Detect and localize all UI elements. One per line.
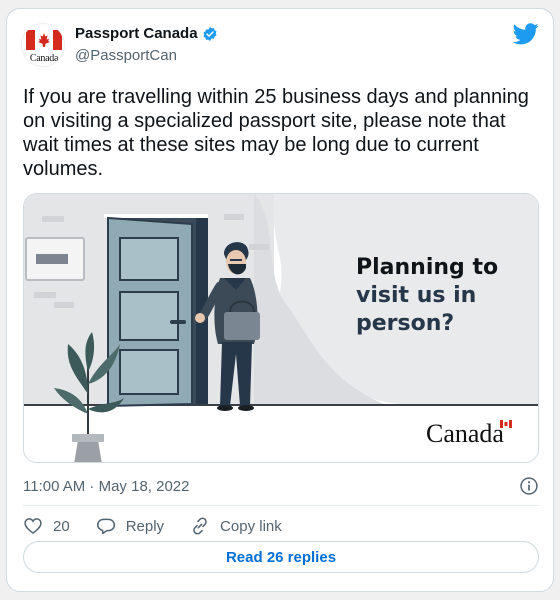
canada-flag-icon: [26, 30, 62, 50]
tweet-meta: 11:00 AM · May 18, 2022: [23, 471, 539, 501]
tweet-header: Canada Passport Canada @PassportCan: [21, 23, 539, 73]
heart-icon: [24, 518, 42, 535]
bird-icon[interactable]: [513, 23, 539, 45]
tweet-text: If you are travelling within 25 business…: [23, 86, 529, 180]
reply-icon: [96, 518, 115, 535]
like-count: 20: [53, 517, 70, 535]
tweet-media-image[interactable]: Planning to visit us in person? Canada: [23, 193, 539, 463]
link-icon: [193, 517, 207, 535]
headline-line-2: visit us in: [356, 283, 476, 308]
read-replies-button[interactable]: Read 26 replies: [23, 541, 539, 573]
account-name-line[interactable]: Passport Canada: [75, 25, 218, 42]
action-bar: 20 Reply Copy link: [23, 511, 539, 541]
avatar-wordmark: Canada: [29, 53, 59, 64]
account-name[interactable]: Passport Canada: [75, 25, 198, 42]
illustration: Planning to visit us in person? Canada: [24, 194, 538, 462]
copy-link-label: Copy link: [220, 517, 282, 535]
avatar[interactable]: Canada: [21, 23, 65, 67]
account-handle[interactable]: @PassportCan: [75, 47, 177, 64]
info-icon[interactable]: [519, 476, 539, 496]
timestamp[interactable]: 11:00 AM · May 18, 2022: [23, 478, 190, 495]
headline-line-1: Planning to: [356, 255, 498, 280]
divider: [23, 505, 539, 506]
canada-wordmark: Canada: [426, 419, 504, 448]
like-button[interactable]: 20: [23, 516, 70, 536]
tweet-card: Canada Passport Canada @PassportCan If y…: [6, 8, 554, 592]
verified-badge-icon: [203, 26, 217, 41]
reply-button[interactable]: Reply: [96, 516, 164, 536]
copy-link-button[interactable]: Copy link: [190, 516, 282, 536]
reply-label: Reply: [125, 517, 165, 535]
headline-line-3: person?: [356, 311, 454, 336]
